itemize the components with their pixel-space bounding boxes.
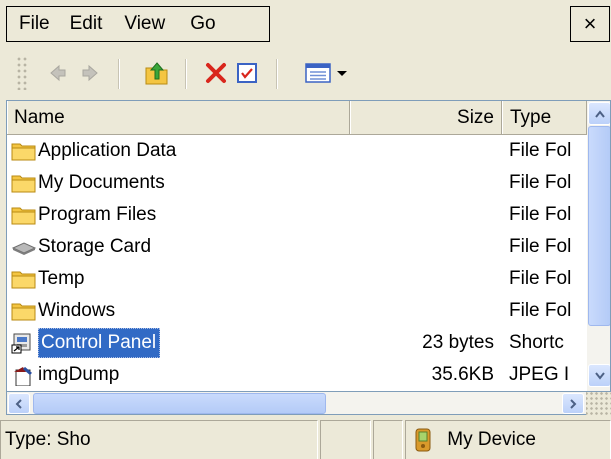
scroll-down-button[interactable] xyxy=(588,364,610,387)
horizontal-scroll-thumb[interactable] xyxy=(33,393,326,414)
scroll-left-button[interactable] xyxy=(8,393,30,414)
chevron-right-icon xyxy=(570,398,577,409)
chevron-left-icon xyxy=(15,398,22,409)
folder-icon xyxy=(11,303,36,321)
delete-icon xyxy=(206,63,226,83)
toolbar xyxy=(0,45,611,100)
properties-button[interactable] xyxy=(232,57,262,89)
properties-icon xyxy=(237,63,257,83)
up-folder-button[interactable] xyxy=(142,57,172,89)
folder-icon xyxy=(11,207,36,225)
file-list[interactable]: Name Size Type Application Data File Fol… xyxy=(6,100,611,392)
folder-icon xyxy=(11,271,36,289)
menu-view[interactable]: View xyxy=(124,7,165,41)
toolbar-separator xyxy=(185,59,187,89)
menu-go[interactable]: Go xyxy=(190,7,215,41)
scroll-up-button[interactable] xyxy=(588,102,610,125)
list-item[interactable]: Application Data File Fol xyxy=(7,135,587,167)
item-type: File Fol xyxy=(509,172,572,193)
view-menu-icon xyxy=(305,63,347,83)
horizontal-scrollbar[interactable] xyxy=(6,392,586,415)
storage-card-icon xyxy=(11,242,37,255)
item-name: Application Data xyxy=(38,140,177,161)
column-header: Name Size Type xyxy=(7,101,587,135)
item-type: File Fol xyxy=(509,140,572,161)
item-type: File Fol xyxy=(509,204,572,225)
list-item[interactable]: Program Files File Fol xyxy=(7,199,587,231)
item-name: Control Panel xyxy=(38,328,161,358)
vertical-scroll-thumb[interactable] xyxy=(588,126,610,326)
item-type: Shortc xyxy=(509,332,564,353)
list-item[interactable]: My Documents File Fol xyxy=(7,167,587,199)
item-type: File Fol xyxy=(509,236,572,257)
device-label: My Device xyxy=(447,429,536,450)
toolbar-separator xyxy=(118,59,120,89)
item-name: imgDump xyxy=(38,364,120,385)
vertical-scrollbar[interactable] xyxy=(587,101,610,391)
scroll-right-button[interactable] xyxy=(562,393,584,414)
toolbar-separator xyxy=(276,59,278,89)
forward-button[interactable] xyxy=(75,57,105,89)
chevron-down-icon xyxy=(594,371,605,380)
status-bar: Type: Sho My Device xyxy=(0,416,611,459)
menu-bar: File Edit View Go × xyxy=(0,0,611,45)
shortcut-icon xyxy=(11,333,31,354)
item-type: JPEG I xyxy=(509,364,570,385)
delete-button[interactable] xyxy=(201,57,231,89)
item-name: Windows xyxy=(38,300,116,321)
device-icon xyxy=(415,428,431,452)
item-name: Temp xyxy=(38,268,85,289)
size-grip[interactable] xyxy=(586,392,611,415)
column-type[interactable]: Type xyxy=(502,101,587,134)
list-item[interactable]: imgDump 35.6KB JPEG I xyxy=(7,359,587,391)
item-size: 23 bytes xyxy=(422,332,494,353)
status-pane xyxy=(373,420,403,459)
folder-icon xyxy=(11,143,36,161)
item-name: My Documents xyxy=(38,172,165,193)
column-size[interactable]: Size xyxy=(350,101,502,134)
up-folder-icon xyxy=(145,62,168,85)
list-item[interactable]: Windows File Fol xyxy=(7,295,587,327)
status-type-text: Type: Sho xyxy=(0,420,318,459)
back-arrow-icon xyxy=(50,64,66,82)
menu-container: File Edit View Go xyxy=(6,6,270,42)
item-type: File Fol xyxy=(509,268,572,289)
view-menu-button[interactable] xyxy=(302,57,358,89)
back-button[interactable] xyxy=(43,57,73,89)
status-pane xyxy=(320,420,371,459)
close-button[interactable]: × xyxy=(570,6,610,42)
list-item[interactable]: Control Panel 23 bytes Shortc xyxy=(7,327,587,359)
item-name: Program Files xyxy=(38,204,157,225)
chevron-up-icon xyxy=(594,109,605,118)
item-type: File Fol xyxy=(509,300,572,321)
list-item[interactable]: Storage Card File Fol xyxy=(7,231,587,263)
close-icon: × xyxy=(583,11,597,36)
folder-icon xyxy=(11,175,36,193)
list-item[interactable]: Temp File Fol xyxy=(7,263,587,295)
menu-file[interactable]: File xyxy=(19,7,50,41)
image-file-icon xyxy=(14,366,32,386)
status-device: My Device xyxy=(405,420,611,459)
menu-edit[interactable]: Edit xyxy=(70,7,103,41)
item-name: Storage Card xyxy=(38,236,152,257)
toolbar-grip[interactable] xyxy=(16,56,28,90)
item-size: 35.6KB xyxy=(431,364,494,385)
column-name[interactable]: Name xyxy=(7,101,350,134)
forward-arrow-icon xyxy=(82,64,98,82)
